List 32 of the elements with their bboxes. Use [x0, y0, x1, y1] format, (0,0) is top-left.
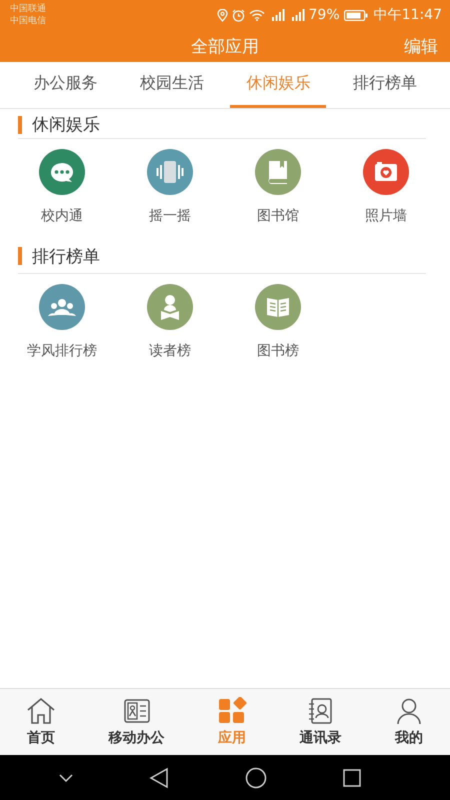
nav-tab[interactable]: 通讯录	[295, 697, 346, 747]
app-shortcut[interactable]: 图书馆	[224, 149, 332, 225]
app-shortcut[interactable]: 摇一摇	[116, 149, 224, 225]
nav-tab[interactable]: 我的	[390, 697, 428, 747]
carrier-name: 中国联通	[10, 3, 46, 15]
app-shortcut[interactable]: 图书榜	[224, 284, 332, 360]
nav-tab[interactable]: 移动办公	[104, 697, 169, 747]
apps-icon	[216, 697, 247, 725]
battery-icon	[344, 10, 368, 20]
collapse-icon[interactable]	[58, 772, 74, 782]
category-tab[interactable]: 校园生活	[124, 62, 220, 108]
back-icon[interactable]	[149, 766, 170, 788]
page-title: 全部应用	[191, 36, 259, 58]
app-shortcut[interactable]: 照片墙	[332, 149, 440, 225]
app-shortcut[interactable]: 读者榜	[116, 284, 224, 360]
section-title: 排行榜单	[32, 246, 100, 268]
category-tab[interactable]: 排行榜单	[336, 62, 433, 108]
app-shortcut[interactable]: 校内通	[8, 149, 116, 225]
wifi-icon	[248, 9, 265, 21]
home-button-icon[interactable]	[244, 766, 267, 788]
category-tab[interactable]: 办公服务	[17, 62, 114, 108]
id-card-icon	[122, 697, 152, 725]
recents-icon[interactable]	[342, 768, 362, 788]
nav-tab[interactable]: 首页	[22, 697, 60, 747]
clock-time: 中午11:47	[374, 6, 442, 24]
carrier-name: 中国电信	[10, 15, 46, 27]
alarm-icon	[232, 8, 245, 22]
location-icon	[216, 8, 228, 22]
battery-percent: 79%	[308, 7, 340, 23]
home-icon	[26, 697, 56, 725]
section-title: 休闲娱乐	[32, 114, 100, 136]
app-shortcut[interactable]: 学风排行榜	[8, 284, 116, 360]
